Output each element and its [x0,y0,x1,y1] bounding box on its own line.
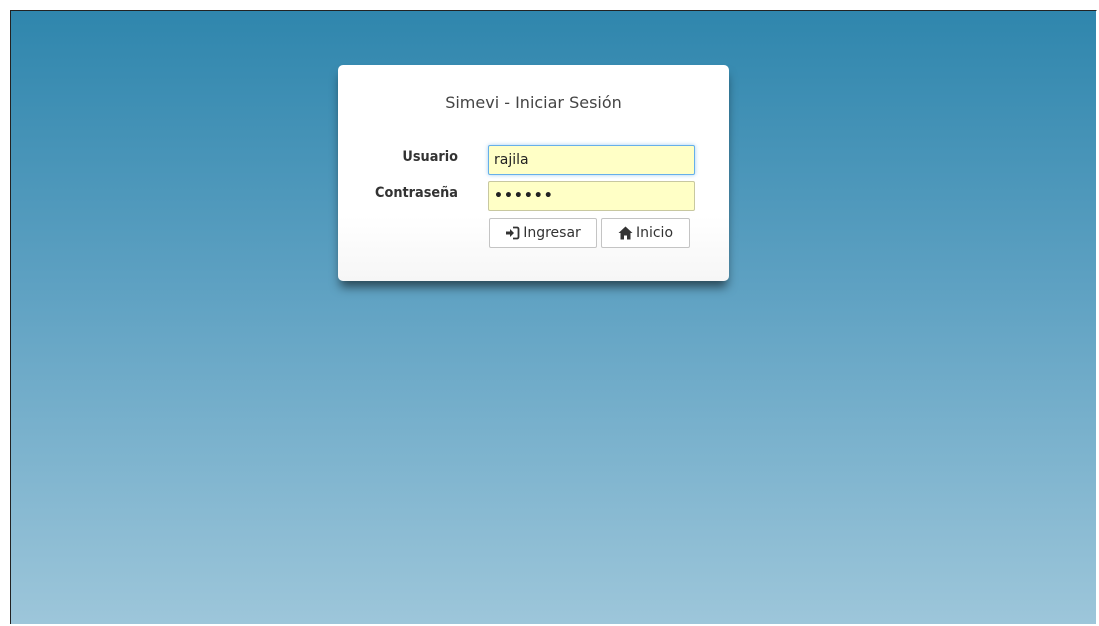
inicio-label: Inicio [635,225,674,241]
password-label: Contraseña [375,185,458,201]
login-icon [505,226,520,240]
username-input[interactable] [488,145,695,175]
ingresar-label: Ingresar [523,225,581,241]
inicio-button[interactable]: Inicio [601,218,690,248]
ingresar-button[interactable]: Ingresar [489,218,597,248]
username-label: Usuario [402,149,458,165]
home-icon [618,226,633,240]
login-panel: Simevi - Iniciar Sesión Usuario Contrase… [338,65,729,281]
password-input[interactable] [488,181,695,211]
login-title: Simevi - Iniciar Sesión [445,93,622,112]
page-background: Simevi - Iniciar Sesión Usuario Contrase… [10,10,1097,624]
